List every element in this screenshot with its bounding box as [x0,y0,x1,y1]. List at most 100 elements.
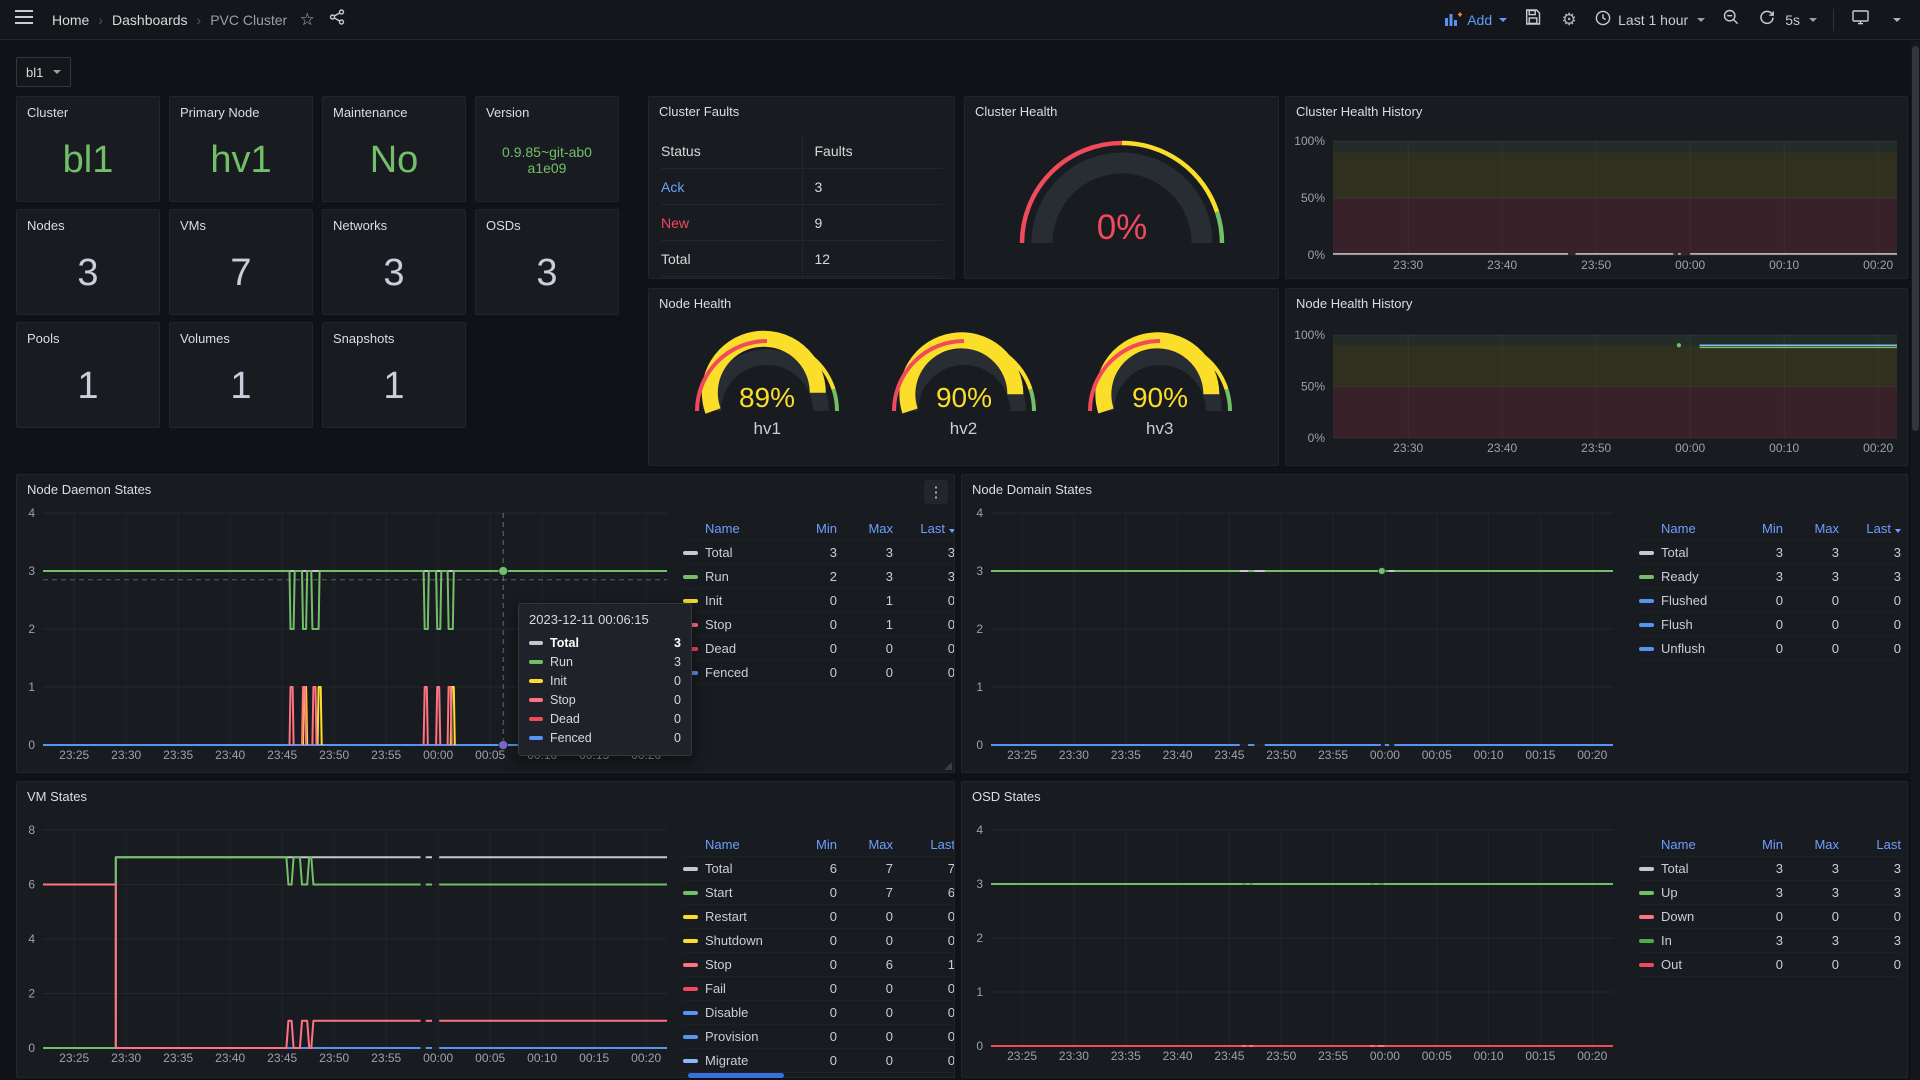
legend-series-name[interactable]: Flushed [1661,593,1733,608]
legend-series-name[interactable]: Total [1661,861,1733,876]
legend-column-header-last[interactable]: Last [893,837,955,852]
legend-column-header-max[interactable]: Max [1783,837,1839,852]
legend-column-header-min[interactable]: Min [787,521,837,536]
table-row: Total12 [661,241,942,277]
legend-series-name[interactable]: Up [1661,885,1733,900]
panel-title[interactable]: Cluster Health [965,97,1067,126]
panel-resize-handle[interactable] [944,762,952,770]
legend-series-name[interactable]: Provision [705,1029,787,1044]
dashboard-settings-button[interactable]: ⚙ [1559,7,1579,33]
time-range-picker[interactable]: Last 1 hour [1595,10,1705,29]
legend-column-header-max[interactable]: Max [837,837,893,852]
svg-text:00:20: 00:20 [1577,748,1607,762]
svg-text:00:20: 00:20 [1863,441,1893,455]
legend-column-header-name[interactable]: Name [705,521,787,536]
add-button[interactable]: Add [1445,11,1507,29]
zoom-out-time-button[interactable] [1721,7,1741,33]
legend-column-header-name[interactable]: Name [705,837,787,852]
stat-title: OSDs [476,210,618,233]
legend-min-value: 0 [787,957,837,972]
legend-series-name[interactable]: Migrate [705,1053,787,1068]
legend-min-value: 0 [1733,641,1783,656]
legend-series-name[interactable]: Fail [705,981,787,996]
view-mode-caret-button[interactable] [1886,7,1906,33]
stat-panel-osds: OSDs3 [475,209,619,315]
vertical-scrollbar-thumb[interactable] [1912,46,1919,431]
legend-series-name[interactable]: Total [705,861,787,876]
panel-title[interactable]: Cluster Faults [649,97,749,126]
legend-column-header-max[interactable]: Max [837,521,893,536]
panel-title[interactable]: Node Health [649,289,741,318]
chevron-down-icon [53,70,61,74]
cluster-health-gauge-svg: 0% [1007,127,1237,251]
svg-text:00:15: 00:15 [579,748,609,762]
series-color-chip [1639,915,1654,919]
legend-column-header-last[interactable]: Last [1839,521,1901,536]
svg-text:00:00: 00:00 [1370,748,1400,762]
breadcrumb-dashboards[interactable]: Dashboards [112,12,188,28]
legend-series-name[interactable]: Shutdown [705,933,787,948]
stat-value: 0.9.85~git-ab0a1e09 [476,120,618,201]
legend-series-name[interactable]: Unflush [1661,641,1733,656]
legend-last-value: 0 [1839,641,1901,656]
series-color-chip [1639,939,1654,943]
variable-dropdown-cluster[interactable]: bl1 [16,57,71,87]
legend-scrollbar-thumb[interactable] [688,1073,784,1078]
fault-count-cell: 9 [802,205,943,240]
column-header-faults: Faults [802,133,943,168]
node-health-history-svg: 0%50%100%23:3023:4023:5000:0000:1000:20 [1286,289,1907,465]
nav-divider [1833,9,1834,31]
node-health-history-chart[interactable]: 0%50%100%23:3023:4023:5000:0000:1000:20 [1286,289,1907,465]
share-button[interactable] [327,7,347,33]
panel-menu-button[interactable]: ⋮ [924,480,948,504]
legend-column-header-min[interactable]: Min [1733,837,1783,852]
legend-column-header-min[interactable]: Min [1733,521,1783,536]
svg-text:23:50: 23:50 [319,1051,349,1065]
legend-series-name[interactable]: Ready [1661,569,1733,584]
refresh-interval-picker[interactable]: 5s [1785,12,1817,28]
legend-series-name[interactable]: Stop [705,617,787,632]
legend-column-header-last[interactable]: Last [1839,837,1901,852]
legend-row: Disable000 [683,1001,955,1025]
breadcrumb-home[interactable]: Home [52,12,89,28]
favorite-star-button[interactable]: ☆ [297,7,317,33]
stat-value: 3 [17,233,159,314]
series-stop [448,687,452,745]
save-dashboard-button[interactable] [1523,7,1543,33]
legend-series-name[interactable]: Flush [1661,617,1733,632]
legend-series-name[interactable]: Dead [705,641,787,656]
legend-series-name[interactable]: Init [705,593,787,608]
view-mode-button[interactable] [1850,7,1870,33]
legend-max-value: 3 [1783,885,1839,900]
legend-min-value: 3 [1733,545,1783,560]
legend-series-name[interactable]: Run [705,569,787,584]
legend-column-header-name[interactable]: Name [1661,521,1733,536]
refresh-button[interactable] [1757,7,1777,33]
legend-series-name[interactable]: Total [705,545,787,560]
legend-max-value: 3 [1783,545,1839,560]
cluster-health-history-chart[interactable]: 0%50%100%23:3023:4023:5000:0000:1000:20 [1286,97,1907,278]
legend-series-name[interactable]: Fenced [705,665,787,680]
legend-column-header-max[interactable]: Max [1783,521,1839,536]
legend-column-header-name[interactable]: Name [1661,837,1733,852]
svg-text:100%: 100% [1294,328,1325,342]
legend-column-header-min[interactable]: Min [787,837,837,852]
series-color-chip [1639,647,1654,651]
legend-row: Down000 [1639,905,1901,929]
legend-column-header-last[interactable]: Last [893,521,955,536]
svg-text:23:45: 23:45 [267,748,297,762]
legend-series-name[interactable]: Disable [705,1005,787,1020]
legend-series-name[interactable]: Start [705,885,787,900]
legend-series-name[interactable]: Out [1661,957,1733,972]
legend-min-value: 0 [787,933,837,948]
legend-series-name[interactable]: Total [1661,545,1733,560]
legend-series-name[interactable]: Restart [705,909,787,924]
svg-text:2: 2 [976,622,983,636]
legend-series-name[interactable]: Down [1661,909,1733,924]
legend-last-value: 0 [1839,593,1901,608]
svg-text:6: 6 [28,878,35,892]
series-color-chip [683,915,698,919]
legend-series-name[interactable]: In [1661,933,1733,948]
menu-toggle-button[interactable] [14,7,34,33]
legend-series-name[interactable]: Stop [705,957,787,972]
